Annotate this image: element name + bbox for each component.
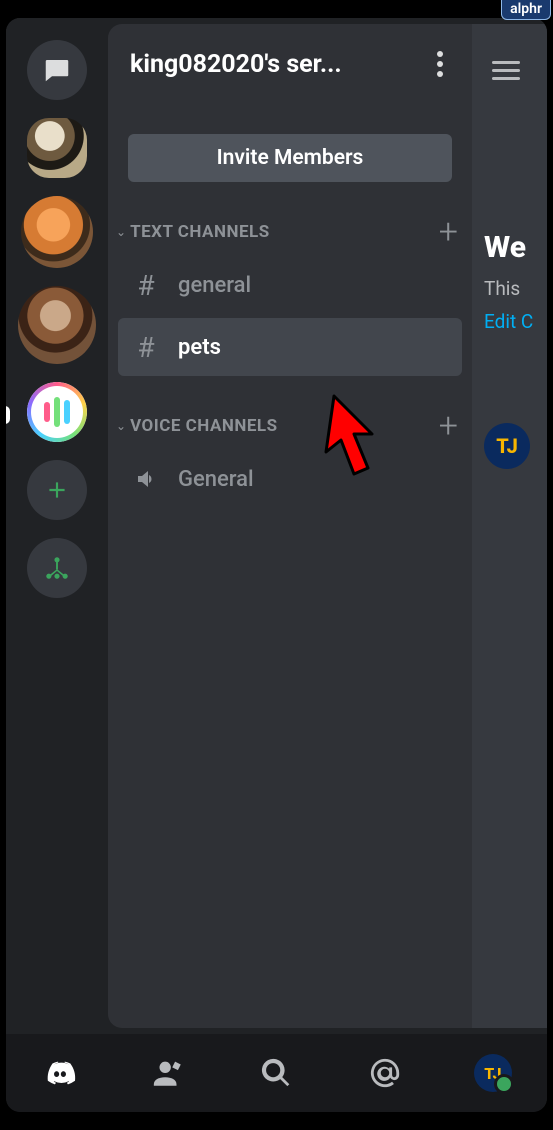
server-selection-indicator: [6, 406, 10, 424]
peek-avatar[interactable]: TJ: [484, 423, 530, 469]
friend-wave-icon: [151, 1056, 185, 1090]
hamburger-menu-button[interactable]: [492, 50, 532, 90]
server-avatar-0[interactable]: [27, 118, 87, 178]
avatar-initials: TJ: [484, 1064, 501, 1083]
section-title-voice: VOICE CHANNELS: [130, 416, 439, 436]
tab-profile[interactable]: TJ: [463, 1047, 523, 1099]
section-header-voice[interactable]: ⌄ VOICE CHANNELS +: [108, 406, 472, 446]
invite-members-label: Invite Members: [217, 146, 364, 170]
tab-mentions[interactable]: [355, 1047, 415, 1099]
main-layers: ✦ king082020's ser... Invite Members ⌄ T…: [6, 18, 547, 1034]
network-icon: [43, 554, 71, 582]
voice-channel-general[interactable]: General: [118, 450, 462, 508]
chat-bubble-icon: [42, 55, 72, 85]
channel-general[interactable]: # general: [118, 256, 462, 314]
tab-home[interactable]: [30, 1047, 90, 1099]
invite-members-button[interactable]: Invite Members: [128, 134, 452, 182]
chevron-down-icon: ⌄: [116, 225, 126, 239]
channel-pets[interactable]: # pets: [118, 318, 462, 376]
channel-label: general: [178, 273, 251, 298]
channel-label: pets: [178, 335, 221, 360]
server-title[interactable]: king082020's ser...: [130, 50, 420, 79]
hash-icon: #: [132, 331, 160, 364]
voice-bars-icon: [31, 386, 83, 438]
server-avatar-2[interactable]: [18, 286, 96, 364]
chevron-down-icon: ⌄: [116, 419, 126, 433]
server-avatar-1[interactable]: [21, 196, 93, 268]
search-icon: [259, 1056, 293, 1090]
plus-icon: [44, 477, 70, 503]
server-more-button[interactable]: [420, 44, 460, 84]
discord-logo-icon: [43, 1056, 77, 1090]
tab-search[interactable]: [246, 1047, 306, 1099]
dm-button[interactable]: [27, 40, 87, 100]
section-title-text: TEXT CHANNELS: [130, 222, 439, 242]
discover-button[interactable]: ✦: [27, 538, 87, 598]
tab-friends[interactable]: [138, 1047, 198, 1099]
peek-heading: We: [484, 230, 547, 265]
at-sign-icon: [368, 1056, 402, 1090]
sparkle-icon: ✦: [75, 538, 87, 550]
hash-icon: #: [132, 269, 160, 302]
voice-channel-label: General: [178, 467, 254, 492]
edit-channel-link[interactable]: Edit C: [484, 310, 547, 333]
chat-peek-panel: We This Edit C TJ: [472, 24, 547, 1028]
profile-avatar: TJ: [474, 1054, 512, 1092]
add-voice-channel-button[interactable]: +: [439, 416, 458, 436]
speaker-icon: [132, 467, 160, 491]
watermark-badge: alphr: [501, 0, 551, 20]
peek-subtitle: This: [484, 277, 547, 300]
hamburger-icon: [492, 61, 520, 64]
more-vertical-icon: [437, 51, 443, 57]
server-rail: ✦: [6, 18, 108, 1034]
panel-header: king082020's ser...: [108, 24, 472, 104]
server-avatar-3[interactable]: [27, 382, 87, 442]
app-frame: ✦ king082020's ser... Invite Members ⌄ T…: [6, 18, 547, 1112]
add-text-channel-button[interactable]: +: [439, 222, 458, 242]
section-header-text[interactable]: ⌄ TEXT CHANNELS +: [108, 212, 472, 252]
add-server-button[interactable]: [27, 460, 87, 520]
bottom-tab-bar: TJ: [6, 1034, 547, 1112]
avatar-initials: TJ: [496, 434, 518, 458]
channel-panel: king082020's ser... Invite Members ⌄ TEX…: [108, 24, 472, 1028]
